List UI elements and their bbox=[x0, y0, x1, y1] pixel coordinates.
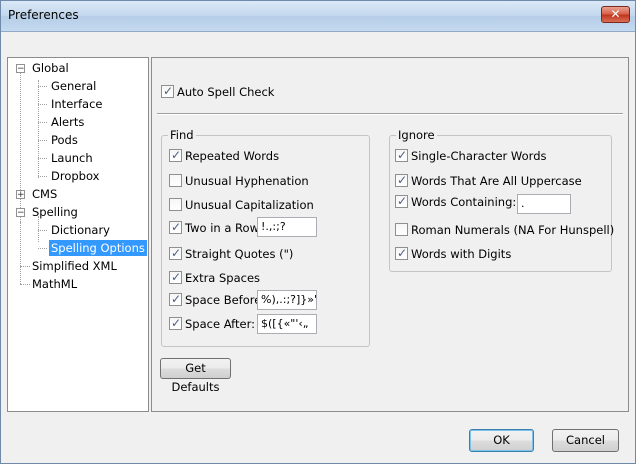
tree-item-dictionary[interactable]: Dictionary bbox=[51, 222, 110, 238]
ignore-group-title: Ignore bbox=[396, 128, 437, 142]
tree-item-dropbox[interactable]: Dropbox bbox=[51, 168, 99, 184]
collapse-global-icon[interactable]: − bbox=[16, 64, 25, 74]
check-icon: ✓ bbox=[163, 84, 174, 98]
tree-item-simplified-xml[interactable]: Simplified XML bbox=[32, 258, 117, 274]
tree-item-cms[interactable]: CMS bbox=[32, 186, 57, 202]
cancel-button[interactable]: Cancel bbox=[552, 429, 619, 452]
separator bbox=[157, 113, 623, 115]
check-icon: ✓ bbox=[397, 173, 408, 187]
preferences-window: Preferences ✕ − Global General Interface… bbox=[0, 0, 636, 464]
check-icon: ✓ bbox=[397, 246, 408, 260]
two-in-a-row-input[interactable]: !.,:;? bbox=[257, 217, 317, 237]
space-before-input[interactable]: %),.:;?]}»"'› bbox=[257, 290, 317, 310]
ok-button[interactable]: OK bbox=[469, 429, 534, 452]
tree-item-general[interactable]: General bbox=[51, 78, 96, 94]
check-icon: ✓ bbox=[171, 292, 182, 306]
tree-item-global[interactable]: Global bbox=[32, 60, 69, 76]
tree-item-alerts[interactable]: Alerts bbox=[51, 114, 84, 130]
close-button[interactable]: ✕ bbox=[601, 6, 630, 23]
check-icon: ✓ bbox=[397, 194, 408, 208]
space-after-input[interactable]: $([{«"'‹„ bbox=[257, 314, 317, 334]
tree-item-pods[interactable]: Pods bbox=[51, 132, 78, 148]
tree-item-launch[interactable]: Launch bbox=[51, 150, 93, 166]
tree-item-spelling[interactable]: Spelling bbox=[32, 204, 78, 220]
check-icon: ✓ bbox=[171, 220, 182, 234]
tree-item-spelling-options[interactable]: Spelling Options bbox=[49, 240, 147, 256]
get-defaults-button[interactable]: Get Defaults bbox=[160, 358, 231, 394]
check-icon: ✓ bbox=[171, 148, 182, 162]
close-icon: ✕ bbox=[610, 7, 621, 21]
window-title: Preferences bbox=[8, 8, 79, 22]
check-icon: ✓ bbox=[397, 148, 408, 162]
tree-item-mathml[interactable]: MathML bbox=[32, 276, 77, 292]
collapse-spelling-icon[interactable]: − bbox=[16, 208, 25, 218]
check-icon: ✓ bbox=[171, 270, 182, 284]
words-containing-input[interactable]: . bbox=[517, 194, 571, 214]
check-icon: ✓ bbox=[171, 316, 182, 330]
tree-item-interface[interactable]: Interface bbox=[51, 96, 103, 112]
title-bar[interactable]: Preferences ✕ bbox=[1, 1, 635, 32]
preferences-tree[interactable]: − Global General Interface Alerts Pods L… bbox=[7, 57, 149, 412]
expand-cms-icon[interactable]: + bbox=[16, 190, 25, 200]
check-icon: ✓ bbox=[171, 246, 182, 260]
find-group-title: Find bbox=[168, 128, 196, 142]
